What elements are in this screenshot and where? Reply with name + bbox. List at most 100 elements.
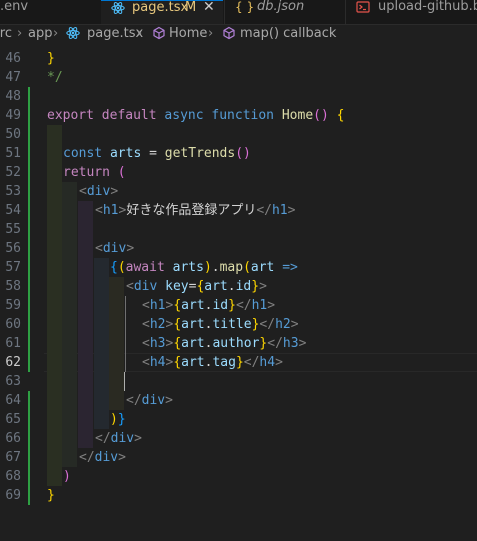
line-code: )} xyxy=(110,412,126,427)
line-number: 54 xyxy=(5,203,21,218)
indent-guide xyxy=(78,410,93,429)
code-line: 61 <h3>{art.author}</h3> xyxy=(0,334,477,353)
line-code: <div> xyxy=(95,241,135,256)
indent-guide xyxy=(47,315,62,334)
gutter-added-marker xyxy=(28,201,30,220)
code-line: 65 )} xyxy=(0,410,477,429)
code-line: 60 <h2>{art.title}</h2> xyxy=(0,315,477,334)
line-code: <h4>{art.tag}</h4> xyxy=(142,355,283,370)
indent-guide xyxy=(47,391,62,410)
active-indent-guide xyxy=(125,334,126,353)
line-code: <h1>好きな作品登録アプリ</h1> xyxy=(95,203,296,218)
gutter-added-marker xyxy=(28,106,30,125)
line-number: 65 xyxy=(5,412,21,427)
code-line: 67 </div> xyxy=(0,448,477,467)
line-number: 66 xyxy=(5,431,21,446)
line-number: 52 xyxy=(5,165,21,180)
indent-guide xyxy=(78,258,93,277)
indent-guide xyxy=(62,334,77,353)
gutter-added-marker xyxy=(28,144,30,163)
breadcrumb-page-tsx[interactable]: page.tsx xyxy=(87,26,143,41)
chevron-right-icon: › xyxy=(208,26,214,41)
indent-guide xyxy=(62,315,77,334)
code-line: 54 <h1>好きな作品登録アプリ</h1> xyxy=(0,201,477,220)
close-icon[interactable]: ✕ xyxy=(203,0,215,14)
indent-guide xyxy=(109,391,124,410)
line-code: <h1>{art.id}</h1> xyxy=(142,298,276,313)
indent-guide xyxy=(109,353,124,372)
gutter-added-marker xyxy=(28,448,30,467)
code-line: 66 </div> xyxy=(0,429,477,448)
tab-db-json[interactable]: { } db.json xyxy=(224,0,344,24)
indent-guide xyxy=(47,201,62,220)
indent-guide xyxy=(47,277,62,296)
line-number: 69 xyxy=(5,488,21,503)
indent-guide xyxy=(47,334,62,353)
indent-guide xyxy=(78,220,93,239)
gutter-added-marker xyxy=(28,87,30,106)
indent-guide xyxy=(62,258,77,277)
indent-guide xyxy=(94,277,109,296)
line-code: */ xyxy=(47,70,63,85)
indent-guide xyxy=(94,391,109,410)
indent-guide xyxy=(78,372,93,391)
indent-guide xyxy=(78,334,93,353)
active-indent-guide xyxy=(125,315,126,334)
line-code: } xyxy=(47,488,55,503)
chevron-right-icon: › xyxy=(53,26,59,41)
line-number: 53 xyxy=(5,184,21,199)
indent-guide xyxy=(62,182,77,201)
breadcrumb-app[interactable]: app xyxy=(28,26,52,41)
gutter-added-marker xyxy=(28,182,30,201)
indent-guide xyxy=(94,315,109,334)
indent-guide xyxy=(94,296,109,315)
indent-guide xyxy=(109,372,124,391)
code-line: 58 <div key={art.id}> xyxy=(0,277,477,296)
symbol-method-icon xyxy=(152,26,166,44)
indent-guide xyxy=(47,296,62,315)
line-number: 64 xyxy=(5,393,21,408)
line-code: </div> xyxy=(95,431,142,446)
indent-guide xyxy=(78,315,93,334)
line-number: 51 xyxy=(5,146,21,161)
breadcrumb-home[interactable]: Home xyxy=(169,26,207,41)
indent-guide xyxy=(47,163,62,182)
tab-page-tsx[interactable]: page.tsx M ✕ xyxy=(101,0,223,24)
symbol-method-icon xyxy=(222,26,236,44)
line-number: 57 xyxy=(5,260,21,275)
chevron-right-icon: › xyxy=(137,26,143,41)
tab-upload-github-label: upload-github.bat xyxy=(378,0,477,14)
code-line: 52 return ( xyxy=(0,163,477,182)
breadcrumb-map-callback[interactable]: map() callback xyxy=(240,26,336,41)
line-code: export default async function Home() { xyxy=(47,108,345,123)
indent-guide xyxy=(47,429,62,448)
line-code: <h2>{art.title}</h2> xyxy=(142,317,299,332)
gutter-added-marker xyxy=(28,277,30,296)
tab-env[interactable]: .env xyxy=(0,0,100,24)
code-editor[interactable]: 46 } 47 */ 48 49 export default async fu… xyxy=(0,45,477,541)
code-line: 55 xyxy=(0,220,477,239)
indent-guide xyxy=(62,239,77,258)
indent-guide xyxy=(47,258,62,277)
indent-guide xyxy=(47,410,62,429)
indent-guide xyxy=(109,296,124,315)
line-number: 55 xyxy=(5,222,21,237)
code-line: 63 xyxy=(0,372,477,391)
indent-guide xyxy=(94,334,109,353)
indent-guide xyxy=(78,239,93,258)
indent-guide xyxy=(62,372,77,391)
gutter-added-marker xyxy=(28,125,30,144)
indent-guide xyxy=(78,201,93,220)
line-number: 67 xyxy=(5,450,21,465)
chevron-right-icon: › xyxy=(17,26,23,41)
indent-guide xyxy=(47,144,62,163)
code-line: 48 xyxy=(0,87,477,106)
indent-guide xyxy=(47,448,62,467)
breadcrumb-src[interactable]: src xyxy=(0,26,12,41)
indent-guide xyxy=(47,372,62,391)
tab-upload-github[interactable]: upload-github.bat xyxy=(345,0,477,24)
indent-guide xyxy=(94,410,109,429)
indent-guide xyxy=(62,410,77,429)
indent-guide xyxy=(62,201,77,220)
active-indent-guide xyxy=(125,296,126,315)
